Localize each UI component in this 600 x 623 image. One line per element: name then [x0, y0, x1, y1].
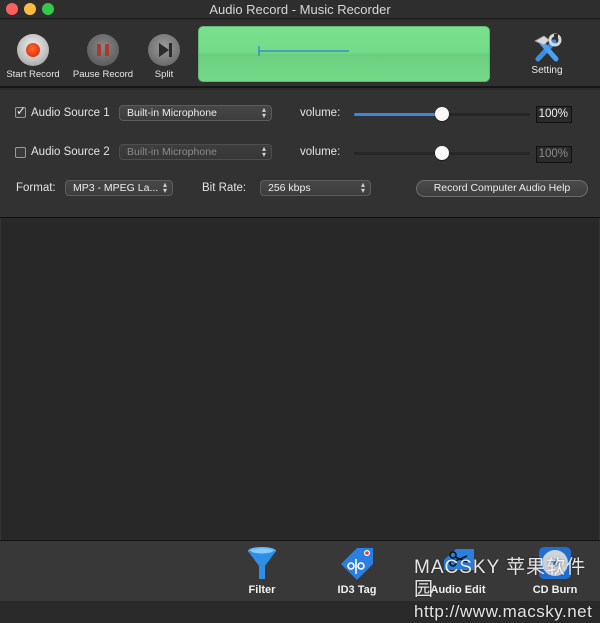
audio-source-2-checkbox[interactable]: [15, 147, 26, 158]
bitrate-label: Bit Rate:: [202, 182, 247, 194]
bitrate-select[interactable]: 256 kbps ▴ ▾: [260, 180, 371, 196]
select-arrows-icon: ▴ ▾: [162, 180, 167, 195]
window-title: Audio Record - Music Recorder: [209, 2, 391, 17]
audio-source-2-volume-slider[interactable]: [354, 146, 530, 160]
pause-record-label: Pause Record: [72, 69, 134, 80]
format-select[interactable]: MP3 - MPEG La... ▴ ▾: [65, 180, 173, 196]
format-value: MP3 - MPEG La...: [73, 182, 159, 194]
select-arrows-icon: ▴ ▾: [360, 180, 365, 195]
pause-icon: [87, 34, 119, 66]
audio-source-1-label: Audio Source 1: [31, 107, 110, 119]
slider-knob[interactable]: [435, 107, 449, 121]
cd-icon: [539, 547, 571, 579]
filter-label: Filter: [248, 584, 276, 596]
audio-source-1-checkbox[interactable]: [15, 104, 26, 118]
record-icon: [17, 34, 49, 66]
scissors-icon: [444, 549, 474, 570]
filter-icon: [248, 547, 276, 579]
setting-button[interactable]: Setting: [522, 33, 572, 76]
title-bar: Audio Record - Music Recorder: [0, 0, 600, 19]
tools-icon: [534, 33, 562, 62]
audio-source-2-device-value: Built-in Microphone: [127, 146, 217, 158]
record-computer-audio-help-button[interactable]: Record Computer Audio Help: [416, 180, 588, 197]
app-window: Audio Record - Music Recorder Start Reco…: [0, 0, 600, 621]
audio-edit-button[interactable]: Audio Edit: [428, 546, 488, 596]
level-meter-graph: [258, 46, 349, 56]
format-label: Format:: [16, 182, 56, 194]
audio-source-1-device-select[interactable]: Built-in Microphone ▴ ▾: [119, 105, 272, 121]
watermark-line-2: http://www.macsky.net: [414, 602, 593, 621]
audio-source-2-volume-label: volume:: [300, 146, 341, 158]
select-arrows-icon: ▴ ▾: [261, 105, 266, 120]
toolbar: Start Record Pause Record Split Setting: [0, 20, 600, 88]
slider-knob[interactable]: [435, 146, 449, 160]
id3-tag-label: ID3 Tag: [337, 584, 377, 596]
audio-source-1-device-value: Built-in Microphone: [127, 107, 217, 119]
cd-burn-label: CD Burn: [532, 584, 578, 596]
split-icon: [148, 34, 180, 66]
filter-button[interactable]: Filter: [240, 546, 284, 596]
split-button[interactable]: Split: [144, 34, 184, 80]
bottom-toolbar: Filter ID3 Tag Audio Edit CD Burn: [0, 540, 600, 601]
audio-source-2-volume-value: 100%: [536, 146, 572, 163]
start-record-label: Start Record: [6, 69, 60, 80]
select-arrows-icon: ▴ ▾: [261, 144, 266, 159]
bitrate-value: 256 kbps: [268, 182, 311, 194]
tag-icon: [341, 548, 373, 580]
audio-source-1-volume-slider[interactable]: [354, 107, 530, 121]
split-label: Split: [154, 69, 174, 80]
settings-panel: Audio Source 1 Built-in Microphone ▴▾ vo…: [0, 90, 600, 218]
level-meter: [198, 26, 490, 82]
start-record-button[interactable]: Start Record: [4, 34, 62, 80]
recordings-area: [0, 219, 600, 540]
audio-source-1-volume-value: 100%: [536, 106, 572, 123]
audio-source-2-device-select[interactable]: Built-in Microphone ▴ ▾: [119, 144, 272, 160]
cd-burn-button[interactable]: CD Burn: [530, 546, 580, 596]
slider-fill: [354, 113, 442, 116]
audio-source-1-volume-label: volume:: [300, 107, 341, 119]
pause-record-button[interactable]: Pause Record: [71, 34, 135, 80]
setting-label: Setting: [531, 65, 563, 76]
id3-tag-button[interactable]: ID3 Tag: [333, 546, 381, 596]
audio-edit-label: Audio Edit: [430, 584, 486, 596]
audio-source-2-label: Audio Source 2: [31, 146, 110, 158]
